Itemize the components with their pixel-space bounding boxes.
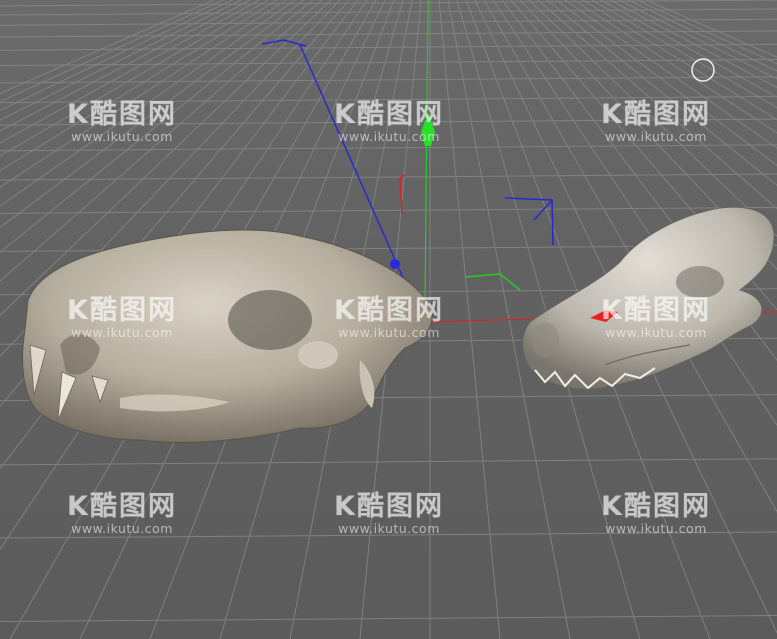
y-scale-marker [465, 273, 521, 291]
y-axis-line [424, 0, 429, 301]
3d-viewport[interactable]: K酷图网 www.ikutu.com K酷图网 www.ikutu.com K酷… [0, 0, 777, 639]
skull-canine[interactable] [522, 206, 775, 390]
scene-canvas[interactable] [0, 0, 777, 639]
y-axis-handle[interactable] [421, 112, 435, 146]
skull-big-cat[interactable] [22, 229, 433, 443]
z-scale-marker [504, 197, 554, 246]
z-axis-handle[interactable] [390, 259, 400, 269]
